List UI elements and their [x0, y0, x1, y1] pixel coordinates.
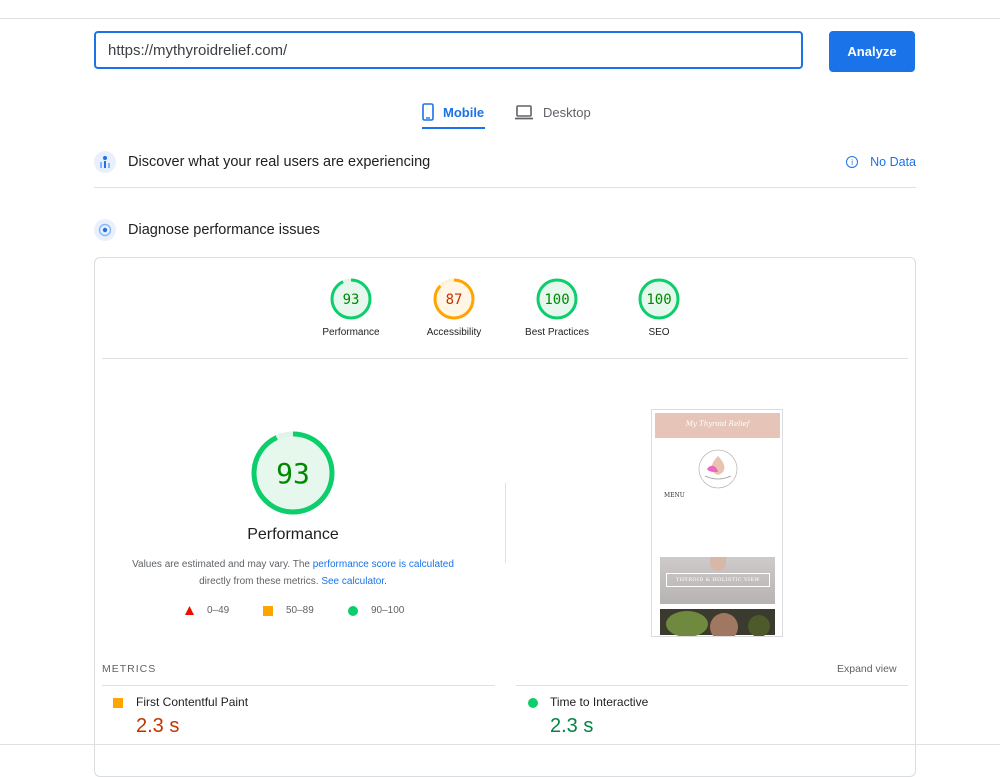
- legend-pass-label: 90–100: [371, 605, 405, 616]
- metrics-divider-left: [102, 685, 495, 686]
- gauge-seo[interactable]: 100 SEO: [614, 277, 704, 338]
- tti-pass-icon: [528, 698, 538, 708]
- screenshot-greens: [748, 615, 770, 636]
- note-text-1: Values are estimated and may vary. The: [132, 559, 313, 570]
- gauge-seo-score: 100: [646, 292, 671, 308]
- performance-note: Values are estimated and may vary. The p…: [110, 556, 476, 590]
- legend-pass: 90–100: [348, 605, 404, 616]
- vertical-divider: [505, 483, 506, 563]
- gauge-accessibility[interactable]: 87 Accessibility: [409, 277, 499, 338]
- expand-view-link[interactable]: Expand view: [837, 663, 897, 675]
- page-screenshot: My Thyroid Relief MENU THYROID & HOLISTI…: [651, 409, 783, 637]
- legend-average: 50–89: [263, 605, 314, 616]
- users-chart-icon: [94, 151, 116, 173]
- card-divider: [102, 358, 908, 359]
- no-data-status: i No Data: [846, 155, 916, 169]
- gauge-performance-ring: 93: [330, 278, 372, 320]
- gauge-best-practices-score: 100: [544, 292, 569, 308]
- tti-value: 2.3 s: [550, 715, 594, 737]
- url-input[interactable]: [94, 31, 803, 69]
- metrics-divider-right: [516, 685, 908, 686]
- fcp-average-icon: [113, 698, 123, 708]
- gauge-performance-score: 93: [343, 292, 360, 308]
- tab-mobile[interactable]: Mobile: [422, 96, 485, 129]
- see-calculator-link[interactable]: See calculator: [321, 576, 384, 587]
- tab-desktop[interactable]: Desktop: [514, 96, 591, 128]
- lotus-logo-icon: [698, 449, 738, 489]
- gauge-best-practices-label: Best Practices: [525, 327, 589, 338]
- gauge-seo-label: SEO: [648, 327, 670, 338]
- screenshot-header: My Thyroid Relief: [655, 413, 780, 438]
- mobile-phone-icon: [422, 103, 434, 121]
- no-data-label: No Data: [870, 155, 916, 169]
- gauge-performance[interactable]: 93 Performance: [306, 277, 396, 338]
- square-icon: [263, 605, 273, 616]
- screenshot-menu: MENU: [664, 492, 685, 499]
- tab-desktop-label: Desktop: [543, 104, 591, 120]
- lab-data-title: Diagnose performance issues: [128, 222, 320, 238]
- fcp-name: First Contentful Paint: [136, 695, 249, 709]
- bottom-divider: [0, 744, 1000, 745]
- gauge-accessibility-score: 87: [446, 292, 463, 308]
- note-text-end: .: [384, 576, 387, 587]
- screenshot-face: [710, 557, 726, 571]
- tti-name: Time to Interactive: [550, 695, 649, 709]
- field-data-title: Discover what your real users are experi…: [128, 154, 431, 170]
- performance-big-score: 93: [276, 457, 310, 490]
- metrics-label: METRICS: [102, 663, 157, 675]
- screenshot-brand: My Thyroid Relief: [685, 420, 750, 428]
- legend-fail: 0–49: [184, 605, 229, 616]
- legend-average-label: 50–89: [286, 605, 314, 616]
- screenshot-avocado: [666, 611, 708, 636]
- gauge-seo-ring: 100: [638, 278, 680, 320]
- screenshot-bowl: [710, 613, 738, 636]
- performance-big-gauge: 93: [251, 431, 335, 515]
- top-divider: [0, 18, 1000, 19]
- score-calculated-link[interactable]: performance score is calculated: [313, 559, 454, 570]
- section-divider: [94, 187, 916, 188]
- gauge-best-practices-ring: 100: [536, 278, 578, 320]
- lab-data-section: Diagnose performance issues: [94, 215, 916, 245]
- gauge-accessibility-ring: 87: [433, 278, 475, 320]
- field-data-section: Discover what your real users are experi…: [94, 147, 916, 177]
- info-icon: i: [846, 156, 859, 168]
- screenshot-banner: THYROID & HOLISTIC VIEW: [660, 557, 775, 604]
- circle-icon: [348, 605, 358, 616]
- performance-title: Performance: [247, 526, 339, 543]
- legend-fail-label: 0–49: [207, 605, 230, 616]
- screenshot-banner-text: THYROID & HOLISTIC VIEW: [666, 573, 770, 587]
- gauge-best-practices[interactable]: 100 Best Practices: [512, 277, 602, 338]
- tab-mobile-label: Mobile: [443, 104, 485, 120]
- laptop-icon: [514, 104, 534, 120]
- fcp-value: 2.3 s: [136, 715, 180, 737]
- gauge-performance-label: Performance: [322, 327, 380, 338]
- analyze-button[interactable]: Analyze: [829, 31, 915, 72]
- note-text-2: directly from these metrics.: [199, 576, 322, 587]
- screenshot-food-image: [660, 609, 775, 636]
- diagnose-icon: [94, 219, 116, 241]
- gauge-accessibility-label: Accessibility: [426, 327, 482, 338]
- triangle-icon: [185, 606, 194, 615]
